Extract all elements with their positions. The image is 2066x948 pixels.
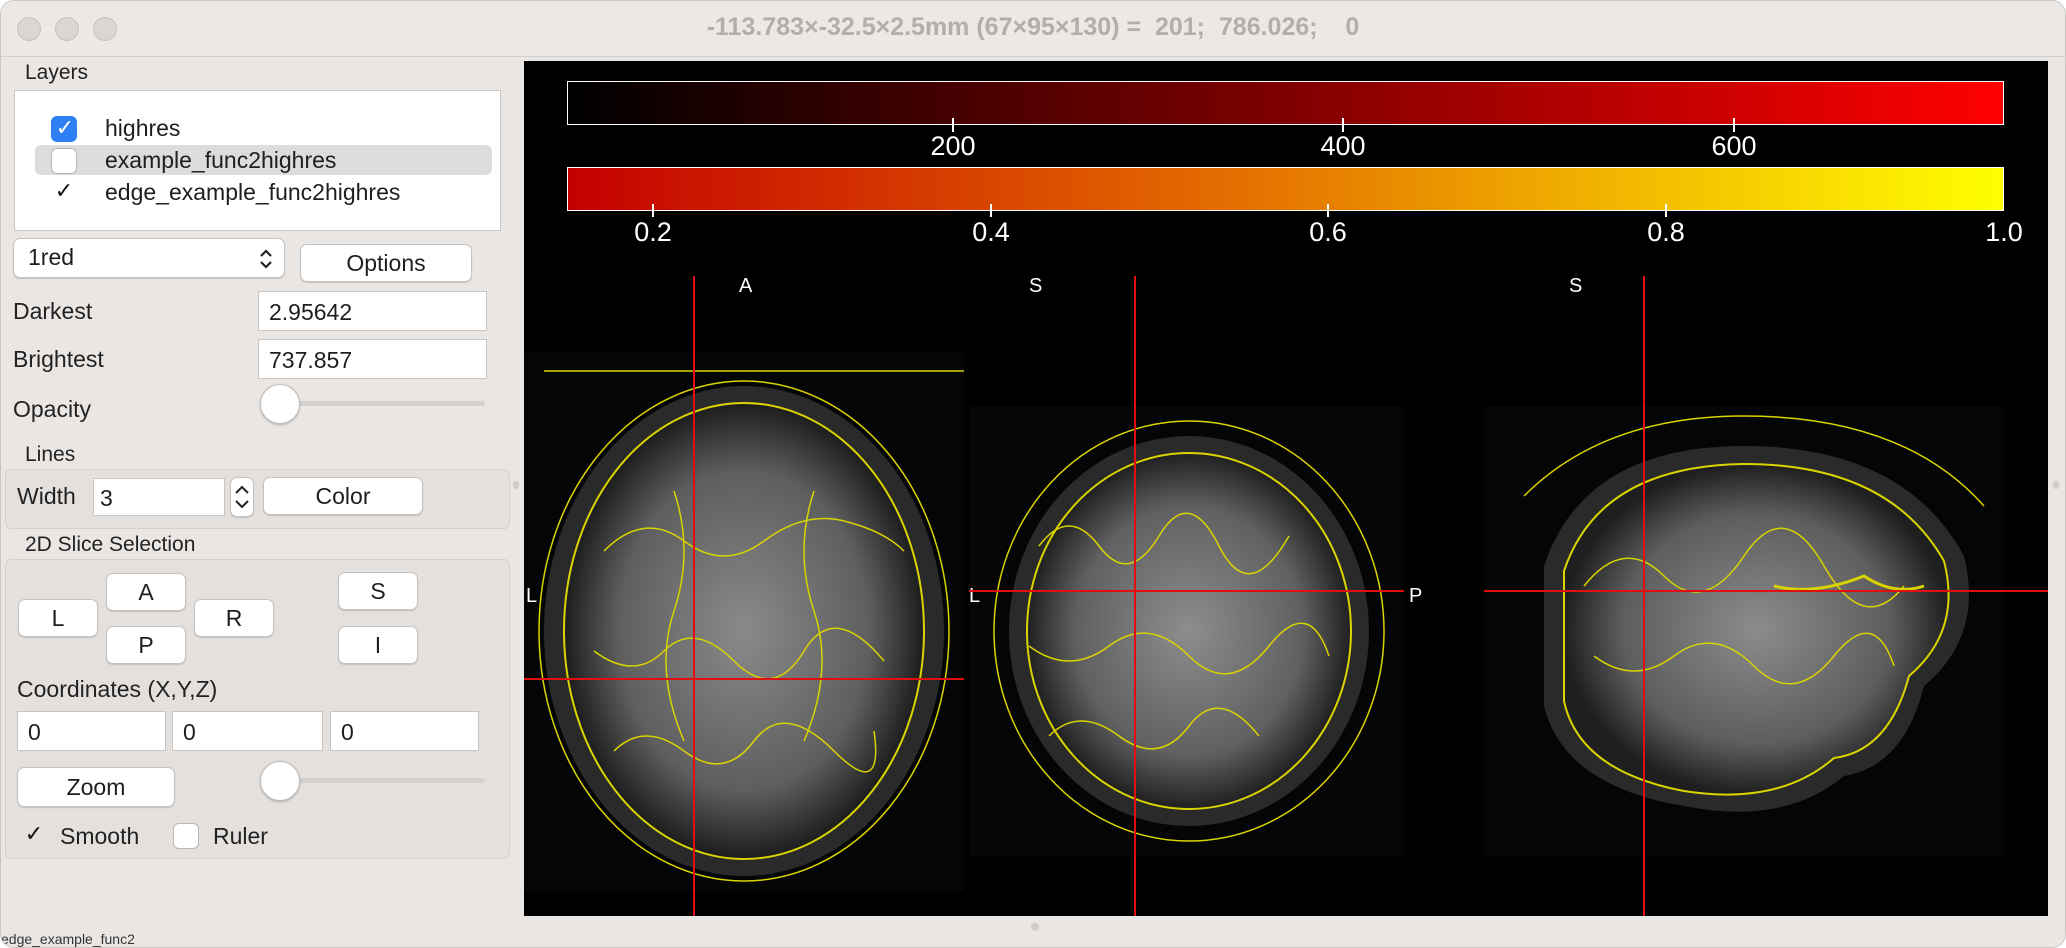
colorbar-tick-label: 0.4 — [972, 217, 1010, 247]
app-window: -113.783×-32.5×2.5mm (67×95×130) = 201; … — [0, 0, 2066, 948]
options-button[interactable]: Options — [300, 244, 472, 282]
slice-posterior-button[interactable]: P — [106, 626, 186, 664]
colorbar-tick — [652, 204, 654, 217]
slice-anterior-button[interactable]: A — [106, 573, 186, 611]
opacity-label: Opacity — [13, 396, 91, 422]
slice-inferior-button[interactable]: I — [338, 626, 418, 664]
smooth-label: Smooth — [60, 823, 140, 849]
layer-label: example_func2highres — [105, 147, 337, 173]
smooth-checkbox[interactable]: ✓ — [21, 821, 47, 849]
colorbar-tick — [1342, 118, 1344, 132]
slice-selection-title: 2D Slice Selection — [25, 533, 196, 556]
coord-z-field[interactable]: 0 — [330, 711, 479, 751]
colorbar-tick-label: 1.0 — [1985, 217, 2023, 247]
colorbar-tick-label: 400 — [1320, 131, 1366, 161]
colorbar-tick — [1733, 118, 1735, 132]
layer-checkbox-edge[interactable]: ✓ — [51, 178, 77, 206]
axial-orientation-top: A — [739, 275, 753, 297]
sagittal-orientation-top: S — [1569, 275, 1583, 297]
stepper-arrows-icon — [235, 485, 249, 509]
width-label: Width — [17, 483, 76, 509]
colorbar-intensity — [567, 81, 2004, 125]
coord-x-field[interactable]: 0 — [17, 711, 166, 751]
zoom-button[interactable]: Zoom — [17, 767, 175, 807]
colorbar-tick-label: 0.8 — [1647, 217, 1685, 247]
colorbar-tick — [1327, 204, 1329, 217]
colorbar-tick — [1665, 204, 1667, 217]
slice-right-button[interactable]: R — [194, 599, 274, 637]
brightest-field[interactable]: 737.857 — [258, 339, 487, 379]
checkmark-icon: ✓ — [24, 821, 44, 846]
axial-orientation-left: L — [526, 585, 538, 607]
image-viewer[interactable]: 200 400 600 0.2 0.4 0.6 0.8 1.0 A L S L … — [524, 61, 2048, 916]
coronal-crosshair-vertical — [1134, 276, 1136, 916]
window-title: -113.783×-32.5×2.5mm (67×95×130) = 201; … — [706, 13, 1360, 41]
layer-item-edge-example-func2highres[interactable]: ✓ edge_example_func2highres — [35, 177, 492, 207]
layer-item-example-func2highres[interactable]: example_func2highres — [35, 145, 492, 175]
axial-crosshair-horizontal — [524, 678, 964, 680]
line-color-button[interactable]: Color — [263, 477, 423, 515]
layer-label: edge_example_func2highres — [105, 179, 401, 205]
checkmark-icon: ✓ — [55, 115, 75, 140]
layer-label: highres — [105, 115, 181, 141]
ruler-label: Ruler — [213, 823, 268, 849]
brightest-label: Brightest — [13, 346, 104, 372]
chevron-updown-icon — [260, 249, 272, 269]
layers-group-title: Layers — [25, 61, 89, 84]
colormap-selected-label: 1red — [28, 244, 75, 270]
coronal-crosshair-horizontal — [969, 590, 1404, 592]
lines-panel — [5, 469, 510, 529]
colorbar-tick-label: 0.6 — [1309, 217, 1347, 247]
colorbar-tick-label: 200 — [930, 131, 976, 161]
darkest-field[interactable]: 2.95642 — [258, 291, 487, 331]
colorbar-tick — [952, 118, 954, 132]
slice-left-button[interactable]: L — [18, 599, 98, 637]
coronal-orientation-right: P — [1409, 585, 1423, 607]
splitter-handle[interactable] — [513, 481, 519, 489]
title-bar: -113.783×-32.5×2.5mm (67×95×130) = 201; … — [1, 1, 2065, 57]
coordinates-label: Coordinates (X,Y,Z) — [17, 676, 218, 702]
zoom-slider-knob[interactable] — [260, 761, 300, 801]
coord-y-field[interactable]: 0 — [172, 711, 323, 751]
layer-checkbox-highres[interactable]: ✓ — [51, 115, 77, 142]
width-field[interactable]: 3 — [93, 478, 225, 516]
slice-superior-button[interactable]: S — [338, 572, 418, 610]
lines-group-title: Lines — [25, 443, 76, 466]
darkest-label: Darkest — [13, 298, 93, 324]
ruler-checkbox[interactable] — [173, 823, 199, 849]
status-fragment: edge_example_func2 — [1, 931, 135, 947]
axial-slice-image[interactable] — [524, 351, 964, 891]
sagittal-slice-image[interactable] — [1484, 406, 2004, 856]
coronal-orientation-top: S — [1029, 275, 1043, 297]
sagittal-crosshair-horizontal — [1484, 590, 2048, 592]
colormap-select[interactable]: 1red — [13, 238, 285, 278]
colorbar-tick-label: 0.2 — [634, 217, 672, 247]
splitter-handle[interactable] — [2053, 481, 2059, 489]
layer-item-highres[interactable]: ✓ highres — [35, 113, 492, 143]
sagittal-crosshair-vertical — [1643, 276, 1645, 916]
colorbar-edge — [567, 167, 2004, 211]
width-stepper[interactable] — [230, 477, 254, 517]
coronal-slice-image[interactable] — [969, 406, 1404, 856]
coronal-orientation-left: L — [969, 585, 981, 607]
opacity-slider-knob[interactable] — [260, 384, 300, 424]
colorbar-tick — [990, 204, 992, 217]
colorbar-tick-label: 600 — [1711, 131, 1757, 161]
splitter-handle[interactable] — [1031, 923, 1039, 931]
checkmark-icon: ✓ — [54, 178, 74, 203]
layer-checkbox-example-func2highres[interactable] — [51, 148, 77, 174]
layers-list: ✓ highres example_func2highres ✓ edge_ex… — [14, 90, 501, 231]
axial-crosshair-vertical — [693, 276, 695, 916]
